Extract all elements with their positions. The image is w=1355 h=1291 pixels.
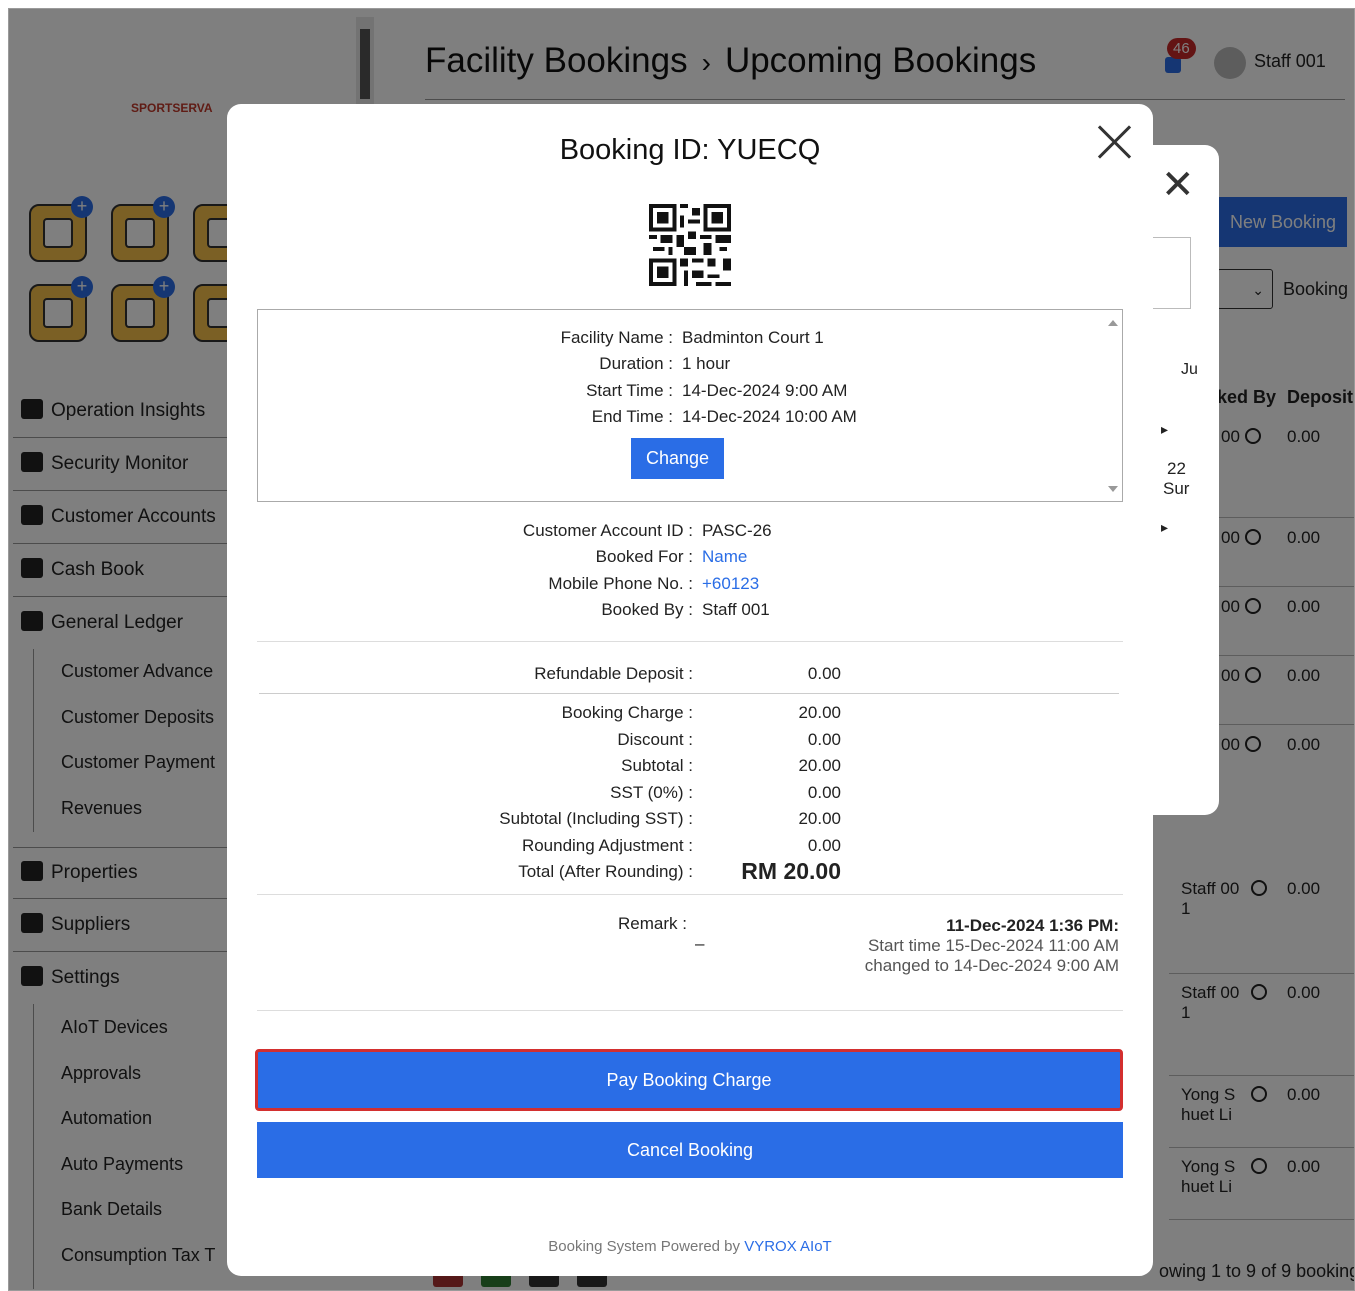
remark-label: Remark :: [618, 914, 687, 933]
subtotal-value: 20.00: [798, 756, 841, 775]
close-icon[interactable]: ✕: [1161, 165, 1195, 205]
booked-for-link[interactable]: Name: [702, 547, 747, 567]
divider: [259, 693, 1119, 694]
deposit-value: 0.00: [807, 664, 841, 683]
info-scrollbar[interactable]: [1104, 310, 1122, 501]
scroll-down-icon: [1108, 486, 1118, 492]
subtotal-sst-value: 20.00: [798, 809, 841, 828]
remark-log-line: Start time 15-Dec-2024 11:00 AM: [867, 936, 1119, 955]
modal-title: Booking ID: YUECQ: [559, 134, 821, 166]
divider: [257, 1010, 1123, 1011]
end-time-value: 14-Dec-2024 10:00 AM: [682, 407, 857, 426]
discount-value: 0.00: [807, 730, 841, 749]
close-icon[interactable]: [1095, 122, 1135, 162]
app-window: SPORTSERVA + + + + Operation Insights Se…: [8, 8, 1355, 1291]
scroll-up-icon: [1108, 320, 1118, 326]
divider: [257, 894, 1123, 895]
facility-name-value: Badminton Court 1: [682, 328, 824, 347]
booked-by-label: Booked By :: [601, 600, 693, 619]
change-button[interactable]: Change: [631, 438, 724, 479]
booking-charge-value: 20.00: [798, 703, 841, 722]
start-time-label: Start Time :: [586, 381, 673, 400]
date-label: Ju: [1181, 361, 1198, 378]
caret-right-icon[interactable]: ▸: [1161, 421, 1168, 438]
booked-by-value: Staff 001: [702, 600, 770, 619]
total-value: RM 20.00: [741, 858, 841, 884]
duration-label: Duration :: [599, 354, 673, 373]
booked-for-label: Booked For :: [595, 547, 693, 566]
vendor-link[interactable]: VYROX AIoT: [744, 1238, 832, 1255]
subtotal-sst-label: Subtotal (Including SST) :: [499, 809, 693, 828]
sst-value: 0.00: [807, 783, 841, 802]
pay-booking-charge-button[interactable]: Pay Booking Charge: [255, 1049, 1123, 1111]
deposit-label: Refundable Deposit :: [534, 664, 693, 683]
discount-label: Discount :: [617, 730, 693, 749]
powered-by: Booking System Powered by VYROX AIoT: [548, 1238, 832, 1255]
duration-value: 1 hour: [682, 354, 731, 373]
customer-account-value: PASC-26: [702, 521, 772, 540]
booking-modal: Booking ID: YUECQ Facility Name : Badmin…: [227, 104, 1153, 1276]
start-time-value: 14-Dec-2024 9:00 AM: [682, 381, 848, 400]
remark-value: –: [695, 934, 705, 953]
sst-label: SST (0%) :: [610, 783, 693, 802]
end-time-label: End Time :: [591, 407, 673, 426]
booking-charge-label: Booking Charge :: [561, 703, 693, 722]
total-label: Total (After Rounding) :: [518, 862, 693, 881]
qr-code: [649, 204, 731, 286]
caret-right-icon[interactable]: ▸: [1161, 519, 1168, 536]
date-day: 22: [1167, 459, 1186, 478]
subtotal-label: Subtotal :: [621, 756, 693, 775]
divider: [257, 641, 1123, 642]
cancel-booking-button[interactable]: Cancel Booking: [257, 1122, 1123, 1178]
date-weekday: Sur: [1163, 479, 1190, 498]
phone-link[interactable]: +60123: [702, 574, 759, 594]
rounding-label: Rounding Adjustment :: [521, 836, 693, 855]
phone-label: Mobile Phone No. :: [548, 574, 693, 593]
rounding-value: 0.00: [807, 836, 841, 855]
customer-account-label: Customer Account ID :: [522, 521, 693, 540]
remark-log-line: changed to 14-Dec-2024 9:00 AM: [864, 956, 1119, 975]
remark-log-date: 11-Dec-2024 1:36 PM:: [946, 916, 1119, 935]
facility-name-label: Facility Name :: [560, 328, 673, 347]
